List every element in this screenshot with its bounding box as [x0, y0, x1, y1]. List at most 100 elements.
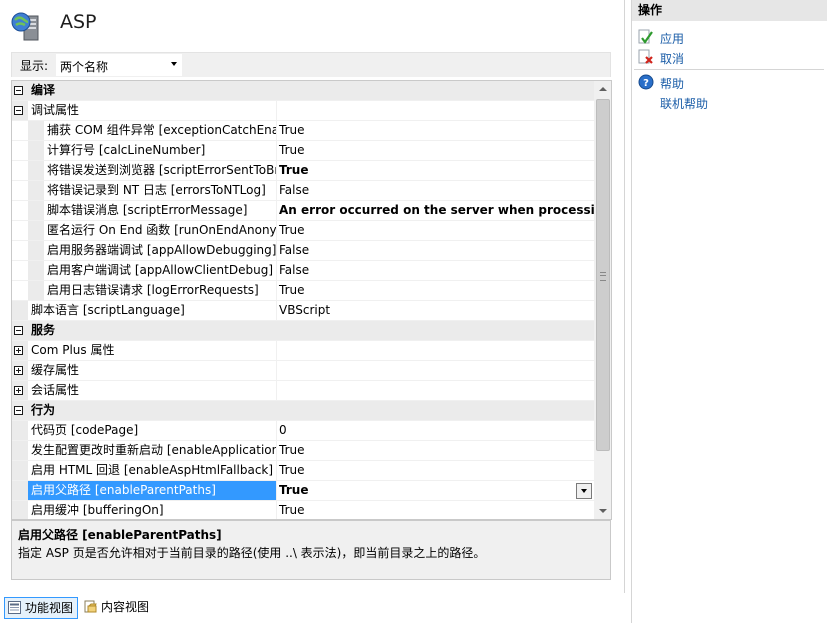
chevron-down-icon: [171, 62, 177, 66]
property-value[interactable]: True: [277, 461, 596, 480]
property-value: [277, 341, 596, 360]
property-name: 启用父路径 [enableParentPaths]: [28, 481, 277, 500]
property-name: 启用日志错误请求 [logErrorRequests]: [44, 281, 277, 300]
property-row[interactable]: 启用 HTML 回退 [enableAspHtmlFallback] True: [12, 461, 594, 481]
tab-feature-view-label: 功能视图: [25, 601, 74, 615]
row-indent: [28, 141, 44, 160]
apply-link[interactable]: 应用: [660, 30, 684, 47]
description-title: 启用父路径 [enableParentPaths]: [18, 528, 222, 542]
property-row[interactable]: 发生配置更改时重新启动 [enableApplicationRestart]Tr…: [12, 441, 594, 461]
property-value[interactable]: False: [277, 261, 596, 280]
property-name-text: 将错误记录到 NT 日志 [errorsToNTLog]: [47, 183, 266, 197]
property-value[interactable]: False: [277, 181, 596, 200]
scroll-thumb[interactable]: [596, 99, 610, 451]
property-value[interactable]: True: [277, 501, 596, 519]
row-gutter: [12, 381, 28, 400]
property-value[interactable]: False: [277, 241, 596, 260]
property-name: 将错误发送到浏览器 [scriptErrorSentToBrowser]: [44, 161, 277, 180]
property-row[interactable]: 启用日志错误请求 [logErrorRequests] True: [12, 281, 594, 301]
property-row[interactable]: 捕获 COM 组件异常 [exceptionCatchEnabled]True: [12, 121, 594, 141]
property-name-text: 脚本错误消息 [scriptErrorMessage]: [47, 203, 248, 217]
row-gutter: [12, 341, 28, 360]
main-pane: ASP 显示: 两个名称 编译 调试属性 捕获 COM 组件异常 [exceptio…: [0, 0, 625, 593]
row-indent: [28, 241, 44, 260]
property-name-text: Com Plus 属性: [31, 343, 115, 357]
property-grid[interactable]: 编译调试属性捕获 COM 组件异常 [exceptionCatchEnabled…: [11, 80, 612, 520]
property-value[interactable]: True: [277, 141, 596, 160]
collapse-minus-icon[interactable]: [14, 106, 23, 115]
property-name: 启用缓冲 [bufferingOn]: [28, 501, 277, 519]
property-value[interactable]: True: [277, 441, 596, 460]
display-toolbar: 显示: 两个名称: [11, 52, 611, 77]
row-gutter: [12, 101, 28, 120]
property-row[interactable]: 代码页 [codePage] 0: [12, 421, 594, 441]
row-gutter: [12, 501, 28, 519]
row-gutter: [12, 441, 28, 460]
category-row[interactable]: 行为: [12, 401, 594, 421]
property-name: 启用客户端调试 [appAllowClientDebug]: [44, 261, 277, 280]
grip-icon: [600, 272, 606, 281]
tab-content-view[interactable]: 内容视图: [81, 597, 153, 617]
property-row[interactable]: 将错误记录到 NT 日志 [errorsToNTLog] False: [12, 181, 594, 201]
property-name: 启用 HTML 回退 [enableAspHtmlFallback]: [28, 461, 277, 480]
property-name-text: 服务: [31, 323, 56, 337]
actions-header: 操作: [632, 0, 827, 21]
category-row[interactable]: 服务: [12, 321, 594, 341]
row-indent: [28, 121, 44, 140]
row-gutter: [12, 261, 28, 280]
collapse-minus-icon[interactable]: [14, 406, 23, 415]
collapse-minus-icon[interactable]: [14, 326, 23, 335]
property-name-text: 代码页 [codePage]: [31, 423, 139, 437]
online-help-link[interactable]: 联机帮助: [660, 95, 708, 112]
group-row[interactable]: Com Plus 属性: [12, 341, 594, 361]
asp-page-icon: [11, 12, 39, 41]
property-value[interactable]: An error occurred on the server when pro…: [277, 201, 596, 220]
scroll-down-arrow-icon[interactable]: [594, 502, 611, 519]
row-indent: [28, 281, 44, 300]
row-gutter: [12, 161, 28, 180]
tab-feature-view[interactable]: 功能视图: [4, 597, 79, 619]
property-name-text: 将错误发送到浏览器 [scriptErrorSentToBrowser]: [47, 163, 276, 177]
expand-plus-icon[interactable]: [14, 386, 23, 395]
value-dropdown-icon[interactable]: [576, 483, 592, 499]
property-name-text: 启用 HTML 回退 [enableAspHtmlFallback]: [31, 463, 274, 477]
property-value: [277, 381, 596, 400]
property-value[interactable]: True: [277, 221, 596, 240]
property-row[interactable]: 匿名运行 On End 函数 [runOnEndAnonymously]True: [12, 221, 594, 241]
property-row[interactable]: 启用客户端调试 [appAllowClientDebug] False: [12, 261, 594, 281]
property-value: [277, 361, 596, 380]
property-row[interactable]: 将错误发送到浏览器 [scriptErrorSentToBrowser]True: [12, 161, 594, 181]
property-row[interactable]: 脚本语言 [scriptLanguage] VBScript: [12, 301, 594, 321]
property-value[interactable]: 0: [277, 421, 596, 440]
property-value: [277, 101, 596, 120]
show-select[interactable]: 两个名称: [56, 54, 182, 76]
help-link[interactable]: 帮助: [660, 75, 684, 92]
property-row[interactable]: 启用父路径 [enableParentPaths] True: [12, 481, 594, 501]
property-row[interactable]: 启用缓冲 [bufferingOn] True: [12, 501, 596, 519]
vertical-scrollbar[interactable]: [594, 81, 611, 519]
category-row[interactable]: 编译: [12, 81, 594, 101]
property-row[interactable]: 计算行号 [calcLineNumber] True: [12, 141, 594, 161]
property-name-text: 匿名运行 On End 函数 [runOnEndAnonymously]: [47, 223, 277, 237]
group-row[interactable]: 缓存属性: [12, 361, 594, 381]
property-value[interactable]: True: [277, 161, 596, 180]
cancel-link[interactable]: 取消: [660, 50, 684, 67]
expand-plus-icon[interactable]: [14, 346, 23, 355]
property-name: 调试属性: [28, 101, 277, 120]
scroll-up-arrow-icon[interactable]: [594, 81, 611, 98]
property-value[interactable]: True: [277, 121, 596, 140]
actions-pane: 操作 应用 取消 ? 帮助 联机帮助: [631, 0, 827, 623]
expand-plus-icon[interactable]: [14, 366, 23, 375]
property-value[interactable]: VBScript: [277, 301, 596, 320]
row-gutter: [12, 321, 28, 340]
property-row[interactable]: 启用服务器端调试 [appAllowDebugging] False: [12, 241, 594, 261]
group-row[interactable]: 调试属性: [12, 101, 594, 121]
row-indent: [28, 201, 44, 220]
property-value[interactable]: True: [277, 281, 596, 300]
property-name: 代码页 [codePage]: [28, 421, 277, 440]
group-row[interactable]: 会话属性: [12, 381, 594, 401]
property-row[interactable]: 脚本错误消息 [scriptErrorMessage] An error occu…: [12, 201, 596, 221]
collapse-minus-icon[interactable]: [14, 86, 23, 95]
property-value[interactable]: True: [277, 481, 596, 500]
property-name: 脚本错误消息 [scriptErrorMessage]: [44, 201, 277, 220]
